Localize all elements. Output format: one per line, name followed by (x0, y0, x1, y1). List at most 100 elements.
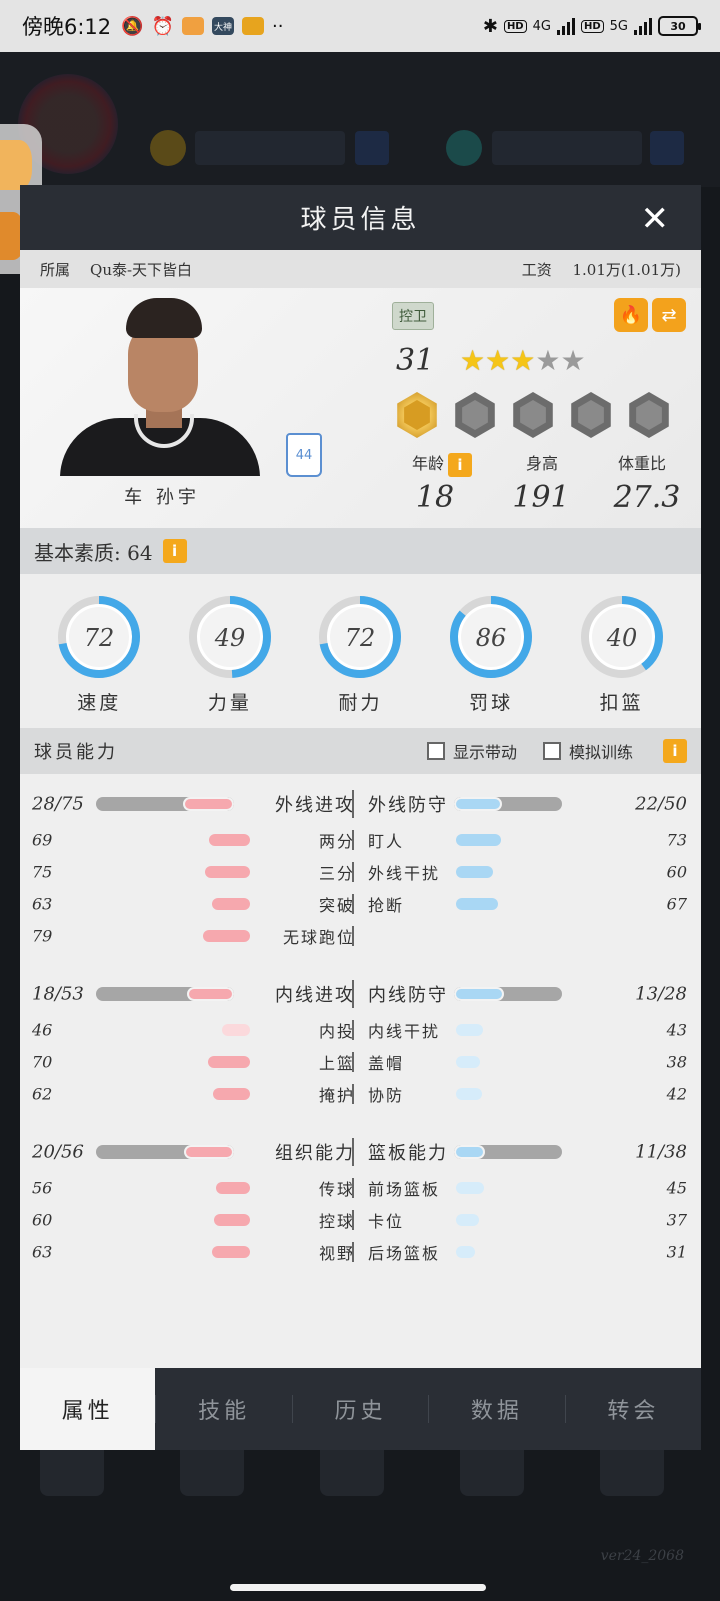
app-message-icon (242, 17, 265, 35)
tab-2[interactable]: 历史 (293, 1368, 428, 1450)
column-divider (352, 980, 354, 1008)
right-attr-name: 盖帽 (368, 1054, 405, 1073)
column-divider (352, 1138, 354, 1166)
tab-0[interactable]: 属性 (20, 1368, 156, 1450)
star-rating: ★ ★ ★ ★ ★ (460, 344, 586, 377)
ability-row: 75 三分 外线干扰 60 (20, 856, 701, 888)
fire-button[interactable]: 🔥 (614, 298, 648, 332)
network-5g: 5G (609, 18, 628, 34)
signal-icon-2 (634, 17, 652, 35)
right-total-fill (454, 987, 504, 1001)
info-icon[interactable]: i (448, 452, 472, 477)
hd-icon-2: HD (580, 19, 604, 33)
left-total-bar (96, 1145, 234, 1159)
left-attr-name: 上篮 (318, 1054, 355, 1073)
badge-empty-icon[interactable] (571, 392, 611, 438)
right-bar (456, 1246, 475, 1258)
right-value: 73 (666, 830, 687, 850)
left-category-name: 内线进攻 (275, 985, 355, 1006)
sim-train-checkbox[interactable]: 模拟训练 (542, 739, 633, 763)
badge-empty-icon[interactable] (629, 392, 669, 438)
ability-row: 60 控球 卡位 37 (20, 1204, 701, 1236)
info-icon[interactable]: i (663, 739, 687, 763)
right-total-bar (454, 987, 562, 1001)
right-category-name: 篮板能力 (368, 1143, 448, 1164)
ring-label: 耐力 (338, 692, 383, 714)
right-bar (456, 1024, 483, 1036)
badge-gold-icon[interactable] (397, 392, 437, 438)
ring-value: 72 (345, 624, 376, 652)
physical-values: 18 191 27.3 (382, 480, 700, 515)
right-attr-name: 前场篮板 (368, 1180, 441, 1199)
coin-icon (150, 130, 186, 166)
floating-hamster-icon[interactable] (0, 140, 32, 190)
badge-slots (394, 392, 672, 438)
right-attr-name: 盯人 (368, 832, 405, 851)
badge-empty-icon[interactable] (455, 392, 495, 438)
right-bar (456, 1088, 482, 1100)
left-bar (213, 1088, 250, 1100)
left-attr-name: 两分 (318, 832, 355, 851)
right-value: 37 (666, 1210, 687, 1230)
tab-1[interactable]: 技能 (156, 1368, 291, 1450)
badge-empty-icon[interactable] (513, 392, 553, 438)
left-total-fill (183, 797, 234, 811)
left-attr-name: 传球 (318, 1180, 355, 1199)
height-label: 身高 (525, 454, 558, 473)
ability-group: 28/75 外线进攻 外线防守 22/50 69 两分 盯人 73 75 三分 外线干扰 60 63 突破… (20, 784, 701, 952)
position-badge: 控卫 (392, 302, 434, 330)
right-total-fill (454, 1145, 485, 1159)
right-value: 60 (666, 862, 687, 882)
right-total-bar (454, 1145, 562, 1159)
left-category-name: 组织能力 (275, 1143, 355, 1164)
ability-row: 70 上篮 盖帽 38 (20, 1046, 701, 1078)
right-bar (456, 866, 493, 878)
left-attr-name: 视野 (318, 1244, 355, 1263)
bmi-value: 27.3 (613, 480, 681, 515)
close-icon[interactable]: ✕ (641, 199, 674, 239)
ring-value: 49 (214, 624, 246, 652)
fire-icon: 🔥 (619, 304, 643, 326)
basic-quality-label: 基本素质: 64 (34, 540, 153, 565)
left-bar (205, 866, 250, 878)
bottom-tabs: 属性 技能 历史 数据 转会 (20, 1368, 701, 1450)
info-icon[interactable]: i (162, 539, 187, 563)
right-attr-name: 后场篮板 (368, 1244, 441, 1263)
team-name: Qu泰-天下皆白 (90, 260, 193, 279)
column-divider (352, 1052, 354, 1072)
height-value: 191 (512, 480, 570, 515)
right-attr-name: 抢断 (368, 896, 405, 915)
column-divider (352, 894, 354, 914)
left-total: 20/56 (32, 1141, 84, 1163)
jersey-number-icon[interactable]: 44 (286, 433, 322, 477)
more-dots-icon: ·· (272, 15, 284, 37)
right-value: 38 (666, 1052, 687, 1072)
home-indicator[interactable] (230, 1584, 486, 1591)
right-value: 42 (666, 1084, 687, 1104)
ring-label: 速度 (77, 692, 122, 714)
ring-value: 86 (476, 624, 507, 652)
left-bar (203, 930, 250, 942)
ability-row: 46 内投 内线干扰 43 (20, 1014, 701, 1046)
age-value: 18 (415, 480, 455, 515)
version-label: ver24_2068 (600, 1548, 684, 1564)
tab-4[interactable]: 转会 (566, 1368, 701, 1450)
ring-value: 40 (605, 624, 637, 652)
ability-groups: 28/75 外线进攻 外线防守 22/50 69 两分 盯人 73 75 三分 外线干扰 60 63 突破… (20, 774, 701, 1268)
ability-row: 63 突破 抢断 67 (20, 888, 701, 920)
signal-icon (556, 17, 575, 35)
right-bar (456, 834, 501, 846)
coin-bar (195, 131, 345, 165)
left-bar (212, 1246, 250, 1258)
ring-value: 72 (84, 624, 115, 652)
ability-group-header: 20/56 组织能力 篮板能力 11/38 (20, 1132, 701, 1172)
left-total: 18/53 (32, 983, 84, 1005)
ability-row: 69 两分 盯人 73 (20, 824, 701, 856)
ability-header: 球员能力 显示带动 模拟训练 i (20, 728, 701, 774)
show-drive-checkbox[interactable]: 显示带动 (426, 739, 517, 763)
right-total: 11/38 (635, 1141, 687, 1163)
overall-rating: 31 (396, 343, 435, 378)
column-divider (352, 1210, 354, 1230)
tab-3[interactable]: 数据 (429, 1368, 564, 1450)
swap-button[interactable]: ⇄ (652, 298, 686, 332)
